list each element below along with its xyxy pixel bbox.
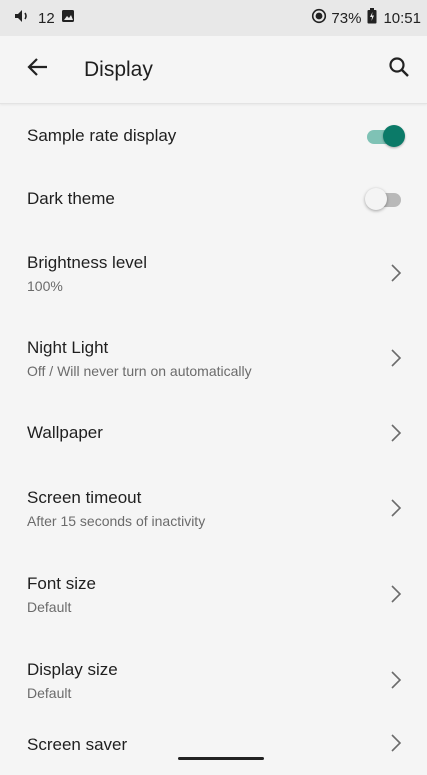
battery-percent: 73%	[331, 9, 362, 27]
setting-text: Screen saver	[27, 735, 127, 755]
notification-count: 12	[38, 9, 55, 27]
home-indicator[interactable]	[178, 757, 264, 760]
setting-subtitle: After 15 seconds of inactivity	[27, 512, 206, 529]
setting-screen-saver[interactable]: Screen saver	[0, 734, 427, 775]
chevron-right-icon	[387, 731, 405, 755]
setting-wallpaper[interactable]: Wallpaper	[0, 401, 427, 465]
setting-text: Night Light Off / Will never turn on aut…	[27, 338, 252, 379]
clock: 10:51	[383, 9, 421, 27]
setting-text: Screen timeout After 15 seconds of inact…	[27, 488, 205, 529]
setting-subtitle: 100%	[27, 277, 63, 294]
setting-title: Brightness level	[27, 252, 148, 272]
toggle-thumb	[383, 125, 405, 147]
toggle-thumb	[365, 188, 387, 210]
setting-text: Dark theme	[27, 189, 115, 209]
volume-icon	[14, 9, 32, 27]
status-bar: 12 73% 10:51	[0, 0, 427, 36]
page-title: Display	[84, 57, 153, 81]
setting-text: Sample rate display	[27, 126, 176, 146]
setting-title: Screen saver	[27, 735, 128, 754]
setting-title: Display size	[27, 659, 118, 679]
battery-icon	[367, 8, 377, 28]
setting-sample-rate-display[interactable]: Sample rate display	[0, 105, 427, 167]
setting-dark-theme[interactable]: Dark theme	[0, 167, 427, 231]
setting-text: Display size Default	[27, 660, 118, 701]
setting-title: Night Light	[27, 337, 109, 357]
setting-screen-timeout[interactable]: Screen timeout After 15 seconds of inact…	[0, 465, 427, 551]
status-bar-left: 12	[14, 9, 75, 27]
setting-title: Font size	[27, 573, 96, 593]
record-icon	[311, 8, 327, 28]
image-notification-icon	[61, 9, 75, 27]
sample-rate-toggle[interactable]	[365, 124, 405, 148]
back-arrow-icon	[27, 57, 49, 82]
setting-display-size[interactable]: Display size Default	[0, 637, 427, 723]
setting-subtitle: Default	[27, 598, 72, 615]
setting-title: Sample rate display	[27, 126, 177, 145]
setting-night-light[interactable]: Night Light Off / Will never turn on aut…	[0, 315, 427, 401]
chevron-right-icon	[387, 668, 405, 692]
chevron-right-icon	[387, 421, 405, 445]
status-bar-right: 73% 10:51	[311, 8, 421, 28]
setting-title: Wallpaper	[27, 423, 103, 442]
setting-text: Wallpaper	[27, 423, 103, 443]
app-bar: Display	[0, 36, 427, 104]
setting-text: Brightness level 100%	[27, 253, 147, 294]
chevron-right-icon	[387, 261, 405, 285]
chevron-right-icon	[387, 582, 405, 606]
setting-text: Font size Default	[27, 574, 96, 615]
setting-subtitle: Off / Will never turn on automatically	[27, 362, 252, 379]
setting-brightness-level[interactable]: Brightness level 100%	[0, 231, 427, 315]
dark-theme-toggle[interactable]	[365, 187, 405, 211]
back-button[interactable]	[8, 46, 68, 94]
setting-font-size[interactable]: Font size Default	[0, 551, 427, 637]
setting-title: Dark theme	[27, 189, 115, 208]
chevron-right-icon	[387, 496, 405, 520]
search-icon	[388, 56, 410, 83]
setting-title: Screen timeout	[27, 487, 142, 507]
search-button[interactable]	[375, 46, 423, 94]
setting-subtitle: Default	[27, 684, 72, 701]
chevron-right-icon	[387, 346, 405, 370]
